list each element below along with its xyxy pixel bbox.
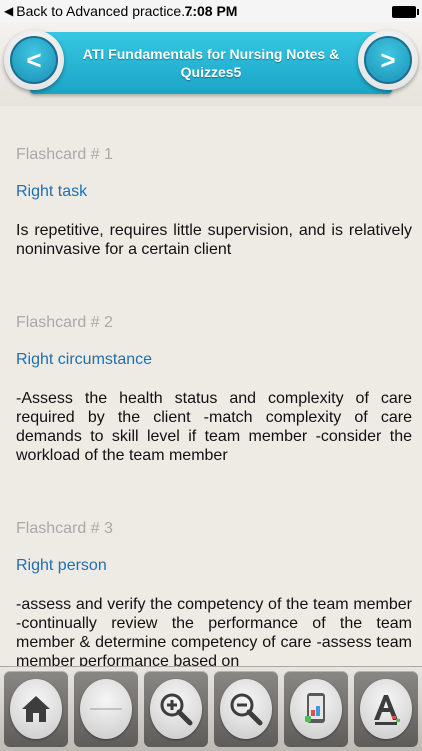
flashcard-number: Flashcard # 1 <box>16 146 113 163</box>
flashcard-definition: -Assess the health status and complexity… <box>16 390 412 464</box>
flashcard-definition: Is repetitive, requires little supervisi… <box>16 222 412 258</box>
status-time: 7:08 PM <box>184 3 238 19</box>
next-button[interactable]: > <box>358 30 418 90</box>
zoom-out-button[interactable] <box>214 671 278 747</box>
header: ATI Fundamentals for Nursing Notes & Qui… <box>0 22 422 106</box>
status-bar: ◀ Back to Advanced practice... 7:08 PM <box>0 0 422 22</box>
chevron-right-icon: > <box>364 36 412 84</box>
flashcard-number: Flashcard # 2 <box>16 314 113 331</box>
page-title: ATI Fundamentals for Nursing Notes & Qui… <box>82 46 340 80</box>
font-icon <box>360 679 412 739</box>
blank-button[interactable] <box>74 671 138 747</box>
home-button[interactable] <box>4 671 68 747</box>
flashcard: Flashcard # 2 Right circumstance -Assess… <box>16 314 412 464</box>
flashcard-term: Right task <box>16 183 88 200</box>
font-button[interactable] <box>354 671 418 747</box>
zoom-out-icon <box>220 679 272 739</box>
bottom-toolbar <box>0 666 422 751</box>
flashcard-term: Right person <box>16 557 107 574</box>
blank-icon <box>80 679 132 739</box>
chevron-left-icon: < <box>10 36 58 84</box>
title-banner: ATI Fundamentals for Nursing Notes & Qui… <box>30 32 392 94</box>
home-icon <box>10 679 62 739</box>
flashcard: Flashcard # 3 Right person -assess and v… <box>16 520 412 666</box>
flashcard-term: Right circumstance <box>16 351 153 368</box>
flashcard-definition: -assess and verify the competency of the… <box>16 596 412 666</box>
zoom-in-icon <box>150 679 202 739</box>
zoom-in-button[interactable] <box>144 671 208 747</box>
flashcard: Flashcard # 1 Right task Is repetitive, … <box>16 146 412 258</box>
flashcard-number: Flashcard # 3 <box>16 520 113 537</box>
battery-icon <box>392 6 419 18</box>
previous-button[interactable]: < <box>4 30 64 90</box>
device-button[interactable] <box>284 671 348 747</box>
device-icon <box>290 679 342 739</box>
flashcard-list[interactable]: Flashcard # 1 Right task Is repetitive, … <box>0 106 422 666</box>
